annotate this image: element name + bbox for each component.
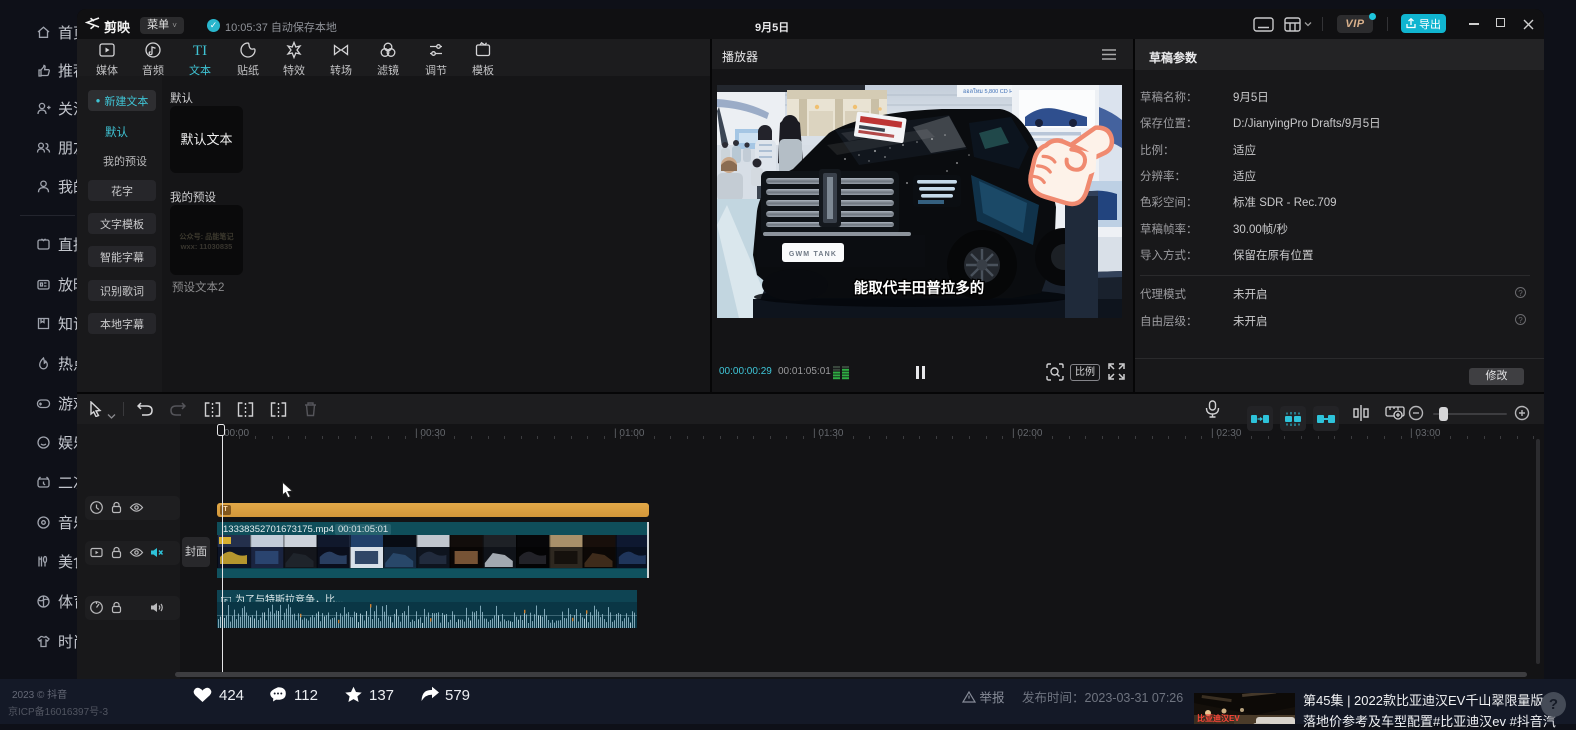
svg-text:GWM TANK: GWM TANK [789, 251, 837, 258]
svg-text:TI: TI [193, 43, 207, 59]
svg-text:比亚迪汉EV: 比亚迪汉EV [1197, 713, 1240, 723]
svg-text:能取代丰田普拉多的: 能取代丰田普拉多的 [854, 279, 985, 297]
